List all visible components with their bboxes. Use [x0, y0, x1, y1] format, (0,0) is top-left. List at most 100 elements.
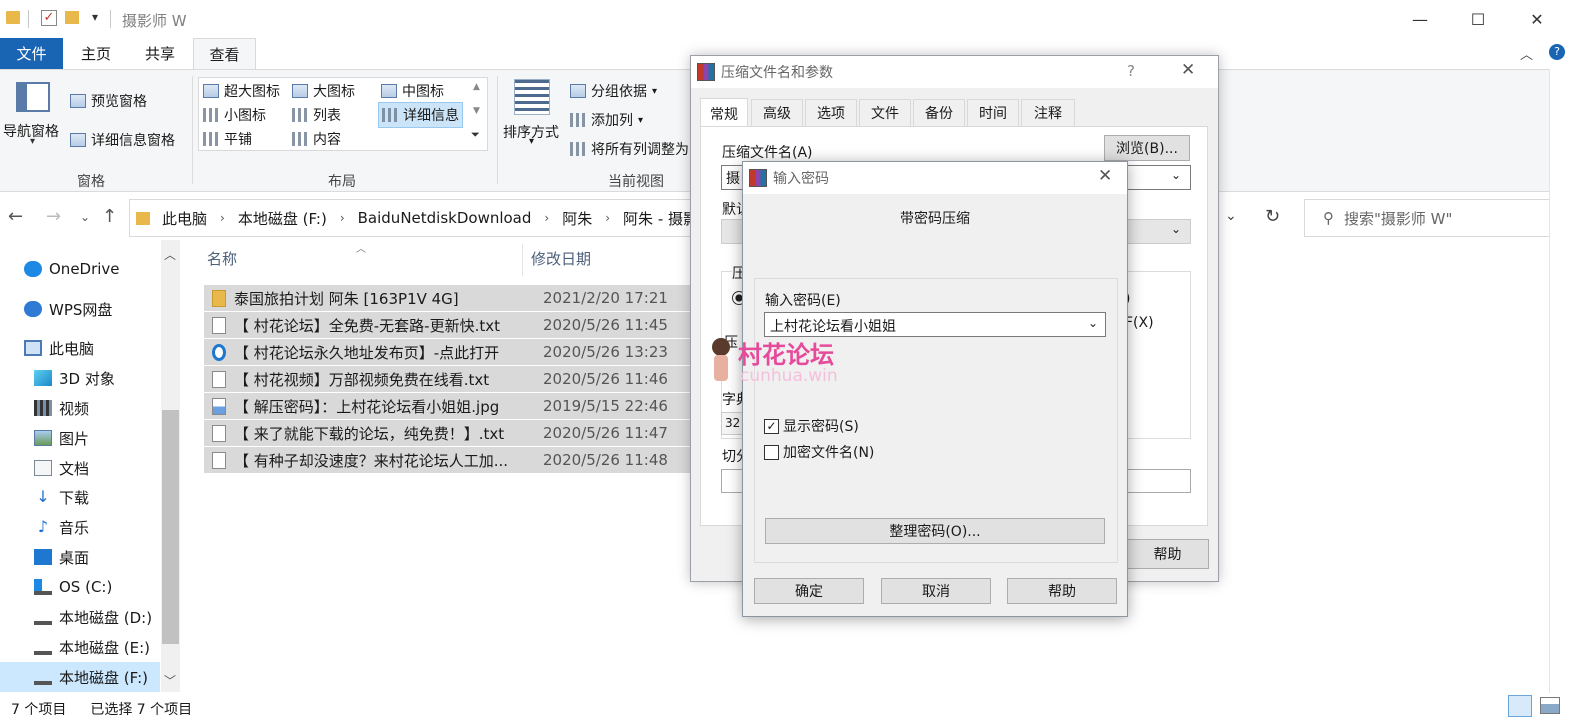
nav-item-3d-objects[interactable]: 3D 对象 [0, 363, 160, 393]
add-column-button[interactable]: 添加列 ▾ [570, 110, 643, 130]
nav-item-this-pc[interactable]: 此电脑 [0, 333, 160, 363]
content-scrollbar[interactable] [1549, 69, 1577, 693]
search-input[interactable]: ⚲ 搜索"摄影师 W" [1304, 199, 1556, 237]
organize-passwords-button[interactable]: 整理密码(O)... [765, 518, 1105, 544]
file-row[interactable]: 【 解压密码】：上村花论坛看小姐姐.jpg 2019/5/15 22:46 [204, 393, 694, 419]
tab-comment[interactable]: 注释 [1021, 99, 1075, 127]
tab-time[interactable]: 时间 [967, 99, 1019, 127]
tab-view[interactable]: 查看 [193, 38, 256, 69]
close-icon[interactable]: ✕ [1181, 60, 1195, 80]
show-password-checkbox[interactable]: ✓ 显示密码(S) [764, 416, 859, 436]
breadcrumb-this-pc[interactable]: 此电脑 [162, 208, 207, 229]
chevron-down-icon[interactable]: ⌄ [1088, 316, 1098, 330]
breadcrumb-drive-f[interactable]: 本地磁盘 (F:) [238, 208, 327, 229]
ok-button[interactable]: 确定 [754, 578, 864, 604]
column-header-modified[interactable]: 修改日期 [531, 248, 591, 269]
breadcrumb-chevron-icon: › [544, 211, 550, 225]
close-button[interactable]: ✕ [1508, 0, 1566, 38]
browse-button[interactable]: 浏览(B)... [1104, 135, 1190, 161]
nav-scrollbar-thumb[interactable] [162, 410, 179, 644]
scroll-down-icon[interactable]: ﹀ [164, 672, 176, 689]
nav-item-os-c[interactable]: OS (C:) [0, 572, 160, 602]
help-icon[interactable]: ? [1549, 44, 1565, 60]
shortcut-icon [212, 343, 226, 361]
layout-large-icons[interactable]: 大图标 [292, 81, 355, 101]
nav-item-wps[interactable]: WPS网盘 [0, 294, 160, 324]
close-icon[interactable]: ✕ [1098, 166, 1112, 186]
column-header-name[interactable]: 名称 [207, 248, 237, 269]
chevron-down-icon[interactable]: ▾ [30, 136, 35, 147]
cancel-button[interactable]: 取消 [881, 578, 991, 604]
layout-medium-icons[interactable]: 中图标 [381, 81, 444, 101]
gallery-down-icon[interactable]: ▼ [473, 106, 480, 116]
help-button[interactable]: 帮助 [1126, 539, 1209, 569]
file-row[interactable]: 【 村花论坛永久地址发布页】-点此打开 2020/5/26 13:23 [204, 339, 694, 365]
large-icons-view-icon[interactable] [1540, 697, 1560, 714]
video-icon [34, 400, 52, 416]
nav-item-videos[interactable]: 视频 [0, 393, 160, 423]
sort-by-icon[interactable] [514, 79, 550, 115]
details-pane-button[interactable]: 详细信息窗格 [70, 130, 175, 150]
layout-small-icons[interactable]: 小图标 [203, 105, 266, 125]
layout-extra-large-icons[interactable]: 超大图标 [203, 81, 280, 101]
encrypt-filenames-checkbox[interactable]: 加密文件名(N) [764, 442, 874, 462]
chevron-down-icon[interactable]: ▾ [529, 136, 534, 147]
nav-item-drive-f[interactable]: 本地磁盘 (F:) [0, 662, 160, 692]
fit-columns-button[interactable]: 将所有列调整为 [570, 139, 689, 159]
file-row[interactable]: 【 村花论坛】全免费-无套路-更新快.txt 2020/5/26 11:45 [204, 312, 694, 338]
breadcrumb-azhu[interactable]: 阿朱 [562, 208, 592, 229]
column-divider[interactable] [522, 244, 523, 276]
gallery-up-icon[interactable]: ▲ [473, 82, 480, 92]
gallery-expand-icon[interactable]: ⏷ [471, 128, 480, 142]
title-bar [0, 0, 1577, 38]
file-row[interactable]: 泰国旅拍计划 阿朱 [163P1V 4G] 2021/2/20 17:21 [204, 285, 694, 311]
tab-general[interactable]: 常规 [700, 98, 748, 129]
password-input[interactable]: 上村花论坛看小姐姐 [764, 312, 1106, 337]
preview-pane-button[interactable]: 预览窗格 [70, 91, 147, 111]
tab-files[interactable]: 文件 [859, 99, 911, 127]
layout-list[interactable]: 列表 [292, 105, 341, 125]
context-help-button[interactable]: ? [1127, 62, 1135, 80]
collapse-ribbon-icon[interactable]: ︿ [1520, 44, 1533, 63]
chevron-down-icon[interactable]: ⌄ [1171, 222, 1181, 236]
chevron-down-icon[interactable]: ⌄ [1171, 168, 1181, 182]
details-view-icon[interactable] [1508, 695, 1532, 717]
address-dropdown-icon[interactable]: ⌄ [1225, 208, 1237, 224]
nav-item-music[interactable]: ♪ 音乐 [0, 512, 160, 542]
nav-item-desktop[interactable]: 桌面 [0, 542, 160, 572]
nav-item-drive-d[interactable]: 本地磁盘 (D:) [0, 602, 160, 632]
breadcrumb-baidu[interactable]: BaiduNetdiskDownload [358, 209, 532, 227]
nav-item-pictures[interactable]: 图片 [0, 423, 160, 453]
group-label-panes: 窗格 [77, 174, 105, 190]
file-row[interactable]: 【 有种子却没速度？来村花论坛人工加... 2020/5/26 11:48 [204, 447, 694, 473]
layout-tiles[interactable]: 平铺 [203, 129, 252, 149]
recent-locations-icon[interactable]: ⌄ [80, 210, 90, 224]
up-icon[interactable]: ↑ [102, 206, 117, 227]
nav-item-documents[interactable]: 文档 [0, 453, 160, 483]
scroll-up-icon[interactable]: ︿ [164, 246, 176, 263]
tab-backup[interactable]: 备份 [913, 99, 965, 127]
tab-file[interactable]: 文件 [0, 38, 63, 69]
quick-access-dropdown-icon[interactable]: ▾ [92, 10, 98, 24]
layout-content[interactable]: 内容 [292, 129, 341, 149]
tab-home[interactable]: 主页 [66, 38, 126, 69]
nav-item-onedrive[interactable]: OneDrive [0, 254, 160, 284]
refresh-icon[interactable]: ↻ [1265, 206, 1280, 227]
minimize-button[interactable]: — [1391, 0, 1449, 38]
forward-icon[interactable]: → [46, 206, 61, 227]
tab-share[interactable]: 共享 [130, 38, 190, 69]
tab-options[interactable]: 选项 [805, 99, 857, 127]
layout-details[interactable]: 详细信息 [378, 102, 463, 128]
nav-item-drive-e[interactable]: 本地磁盘 (E:) [0, 632, 160, 662]
help-button[interactable]: 帮助 [1007, 578, 1117, 604]
navigation-pane-icon[interactable] [16, 82, 50, 112]
file-row[interactable]: 【 来了就能下载的论坛，纯免费！】.txt 2020/5/26 11:47 [204, 420, 694, 446]
file-row[interactable]: 【 村花视频】万部视频免费在线看.txt 2020/5/26 11:46 [204, 366, 694, 392]
tab-advanced[interactable]: 高级 [751, 99, 803, 127]
group-by-button[interactable]: 分组依据 ▾ [570, 81, 657, 101]
nav-item-downloads[interactable]: ↓ 下载 [0, 482, 160, 512]
new-folder-icon[interactable] [65, 11, 79, 24]
properties-icon[interactable]: ✓ [41, 10, 57, 26]
maximize-button[interactable]: ☐ [1449, 0, 1507, 38]
back-icon[interactable]: ← [8, 206, 23, 227]
